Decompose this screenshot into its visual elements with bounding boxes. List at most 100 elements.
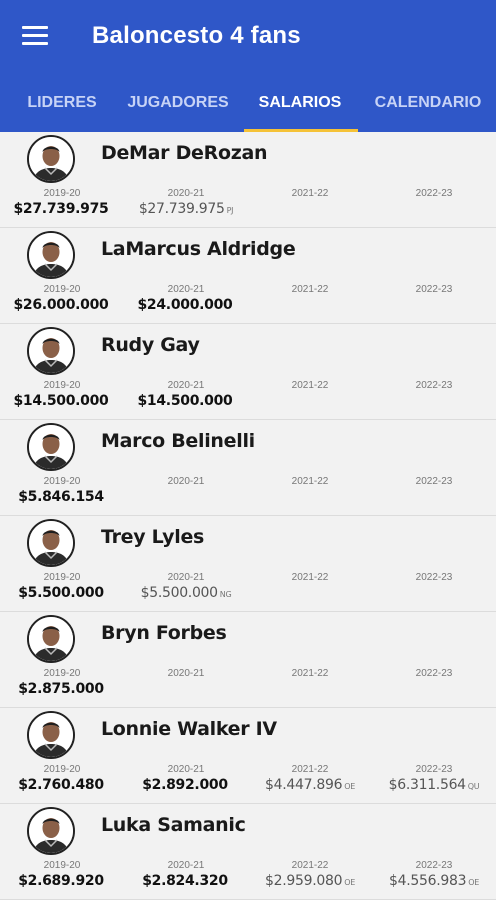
salary-amount-line [124, 680, 248, 700]
player-row[interactable]: DeMar DeRozan 2019-20 $27.739.975 2020-21 $2… [0, 132, 496, 228]
salary-column: 2022-23 [372, 668, 496, 700]
season-label: 2019-20 [43, 860, 81, 871]
salary-list[interactable]: DeMar DeRozan 2019-20 $27.739.975 2020-21 $2… [0, 132, 496, 900]
salary-column: 2021-22 [248, 380, 372, 412]
season-label: 2022-23 [415, 668, 453, 679]
salary-amount-line [372, 296, 496, 316]
salary-column: 2021-22 [248, 668, 372, 700]
salary-column: 2020-21 [124, 476, 248, 508]
salary-column: 2022-23 $6.311.564 QU [372, 764, 496, 796]
salary-amount-line [248, 488, 372, 508]
season-label: 2019-20 [43, 380, 81, 391]
player-row[interactable]: Rudy Gay 2019-20 $14.500.000 2020-21 $14.500… [0, 324, 496, 420]
season-label: 2022-23 [415, 380, 453, 391]
salary-amount: $4.556.983 [389, 873, 467, 889]
salary-amount: $2.689.920 [18, 873, 104, 889]
salary-amount: $5.500.000 [140, 585, 218, 601]
salary-column: 2022-23 $4.556.983 OE [372, 860, 496, 892]
season-label: 2019-20 [43, 284, 81, 295]
salary-amount-line [372, 200, 496, 220]
salary-amount-line: $5.846.154 [0, 488, 124, 508]
player-avatar [27, 135, 75, 183]
season-label: 2020-21 [167, 188, 205, 199]
season-label: 2021-22 [291, 668, 329, 679]
salary-amount-line [248, 200, 372, 220]
salary-column: 2022-23 [372, 380, 496, 412]
player-row[interactable]: Trey Lyles 2019-20 $5.500.000 2020-21 $5.500… [0, 516, 496, 612]
menu-icon[interactable] [22, 26, 48, 46]
salary-column: 2020-21 [124, 668, 248, 700]
salary-amount: $27.739.975 [13, 201, 109, 217]
season-label: 2022-23 [415, 284, 453, 295]
season-label: 2022-23 [415, 860, 453, 871]
player-avatar [27, 711, 75, 759]
season-label: 2022-23 [415, 764, 453, 775]
salary-column: 2019-20 $5.846.154 [0, 476, 124, 508]
contract-flag: QU [467, 782, 480, 791]
salary-amount-line [124, 488, 248, 508]
season-label: 2020-21 [167, 668, 205, 679]
season-label: 2022-23 [415, 476, 453, 487]
season-label: 2020-21 [167, 572, 205, 583]
salary-column: 2020-21 $27.739.975 PJ [124, 188, 248, 220]
salary-column: 2020-21 $2.824.320 [124, 860, 248, 892]
season-label: 2019-20 [43, 572, 81, 583]
player-row[interactable]: Marco Belinelli 2019-20 $5.846.154 2020-21 2… [0, 420, 496, 516]
salary-amount: $6.311.564 [388, 777, 466, 793]
salary-amount: $24.000.000 [137, 297, 233, 313]
salary-amount: $4.447.896 [265, 777, 343, 793]
salary-amount-line: $2.689.920 [0, 872, 124, 892]
salary-amount-line: $4.556.983 OE [372, 872, 496, 892]
salary-amount-line: $14.500.000 [124, 392, 248, 412]
player-avatar [27, 519, 75, 567]
season-label: 2020-21 [167, 764, 205, 775]
salary-amount-line [248, 392, 372, 412]
salary-column: 2022-23 [372, 572, 496, 604]
tab-bar: LIDERES JUGADORES SALARIOS CALENDARIO [0, 80, 496, 132]
salary-column: 2022-23 [372, 284, 496, 316]
salary-amount: $14.500.000 [137, 393, 233, 409]
salary-column: 2019-20 $14.500.000 [0, 380, 124, 412]
player-row[interactable]: Luka Samanic 2019-20 $2.689.920 2020-21 $2.8… [0, 804, 496, 900]
season-label: 2022-23 [415, 188, 453, 199]
season-label: 2019-20 [43, 188, 81, 199]
season-label: 2020-21 [167, 860, 205, 871]
salary-amount-line: $14.500.000 [0, 392, 124, 412]
salary-amount: $5.846.154 [18, 489, 104, 505]
salary-column: 2020-21 $5.500.000 NG [124, 572, 248, 604]
season-label: 2021-22 [291, 188, 329, 199]
salary-amount: $2.760.480 [18, 777, 104, 793]
salary-amount-line: $26.000.000 [0, 296, 124, 316]
salary-amount: $2.892.000 [142, 777, 228, 793]
season-label: 2020-21 [167, 380, 205, 391]
tab-lideres[interactable]: LIDERES [12, 80, 112, 132]
salary-column: 2021-22 [248, 476, 372, 508]
salary-amount-line [372, 584, 496, 604]
contract-flag: OE [344, 782, 355, 791]
player-row[interactable]: LaMarcus Aldridge 2019-20 $26.000.000 2020-… [0, 228, 496, 324]
salary-amount: $2.875.000 [18, 681, 104, 697]
app-bar: Baloncesto 4 fans LIDERES JUGADORES SALA… [0, 0, 496, 132]
salary-amount: $2.959.080 [265, 873, 343, 889]
salary-column: 2019-20 $2.875.000 [0, 668, 124, 700]
player-row[interactable]: Lonnie Walker IV 2019-20 $2.760.480 2020-21… [0, 708, 496, 804]
tab-calendario[interactable]: CALENDARIO [360, 80, 496, 132]
salary-amount-line [372, 488, 496, 508]
tab-jugadores[interactable]: JUGADORES [116, 80, 240, 132]
salary-amount-line: $27.739.975 [0, 200, 124, 220]
salary-amount-line [372, 680, 496, 700]
salary-amount-line [248, 680, 372, 700]
tab-salarios[interactable]: SALARIOS [244, 80, 356, 132]
player-avatar [27, 327, 75, 375]
player-name: LaMarcus Aldridge [101, 238, 296, 260]
player-avatar [27, 615, 75, 663]
season-label: 2021-22 [291, 860, 329, 871]
season-label: 2021-22 [291, 284, 329, 295]
player-name: Bryn Forbes [101, 622, 227, 644]
salary-column: 2020-21 $24.000.000 [124, 284, 248, 316]
player-row[interactable]: Bryn Forbes 2019-20 $2.875.000 2020-21 2021-… [0, 612, 496, 708]
player-name: Marco Belinelli [101, 430, 255, 452]
contract-flag: NG [219, 590, 232, 599]
player-name: DeMar DeRozan [101, 142, 268, 164]
season-label: 2021-22 [291, 572, 329, 583]
